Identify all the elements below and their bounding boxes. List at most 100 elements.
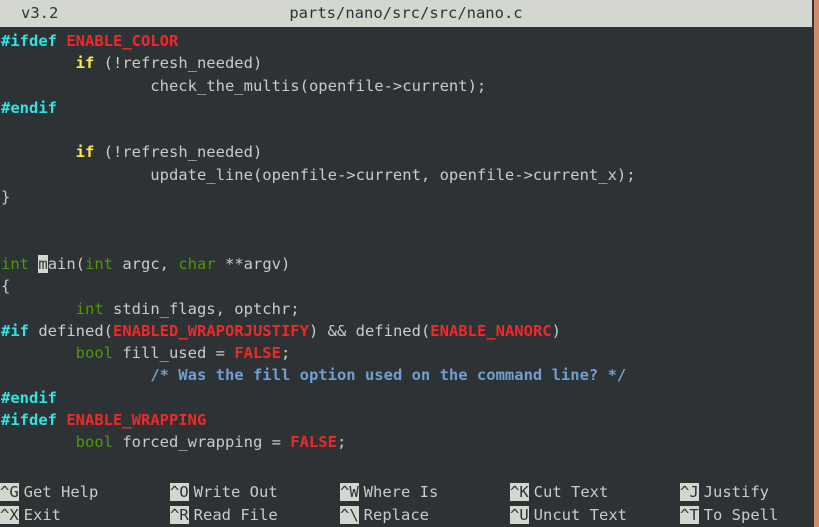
code-span: if	[75, 143, 95, 162]
code-span: ;	[336, 433, 347, 452]
shortcut-key: ^G	[0, 483, 19, 501]
text-cursor: m	[38, 254, 48, 273]
shortcut-write-out[interactable]: ^O Write Out	[170, 481, 278, 504]
shortcut-replace[interactable]: ^\ Replace	[340, 504, 429, 527]
shortcut-to-spell[interactable]: ^T To Spell	[680, 504, 778, 527]
code-span: fill_used =	[112, 344, 235, 363]
code-span	[1, 300, 76, 318]
shortcut-label: Read File	[193, 506, 278, 524]
code-span: #ifdef	[1, 32, 67, 50]
code-span: ENABLE_WRAPPING	[66, 411, 207, 430]
code-span	[1, 433, 76, 451]
shortcut-key: ^J	[680, 483, 699, 501]
code-line: }	[0, 186, 812, 208]
shortcut-label: Replace	[363, 506, 429, 524]
code-line: #endif	[0, 97, 812, 119]
code-span	[29, 255, 38, 273]
shortcut-label: Uncut Text	[533, 506, 627, 524]
code-span: /* Was the fill option used on the comma…	[150, 366, 627, 385]
shortcut-key: ^X	[0, 506, 19, 524]
code-span	[1, 54, 76, 72]
code-line: #if defined(ENABLED_WRAPORJUSTIFY) && de…	[0, 320, 812, 342]
code-span: FALSE	[290, 433, 337, 452]
code-span: ENABLE_NANORC	[430, 321, 552, 340]
shortcut-key: ^O	[170, 483, 189, 501]
shortcut-key: ^K	[510, 483, 529, 501]
shortcut-label: Get Help	[23, 483, 99, 501]
code-span: FALSE	[234, 344, 281, 363]
code-line: int main(int argc, char **argv)	[0, 253, 812, 275]
shortcut-key: ^T	[680, 506, 699, 524]
code-line: int stdin_flags, optchr;	[0, 298, 812, 320]
shortcut-bar: ^G Get Help ^O Write Out ^W Where Is ^K Cut Tex…	[0, 481, 812, 527]
code-span: check_the_multis(openfile->current);	[1, 76, 487, 95]
code-line: #ifdef ENABLE_WRAPPING	[0, 409, 812, 431]
shortcut-label: Where Is	[363, 483, 439, 501]
code-line: #endif	[0, 387, 812, 409]
shortcut-row-1: ^G Get Help ^O Write Out ^W Where Is ^K Cut Tex…	[0, 481, 812, 504]
shortcut-key: ^\	[340, 506, 359, 524]
code-line: bool forced_wrapping = FALSE;	[0, 431, 812, 453]
titlebar-filename: parts/nano/src/src/nano.c	[289, 4, 523, 22]
code-span	[1, 143, 76, 161]
code-line: {	[0, 275, 812, 297]
shortcut-uncut-text[interactable]: ^U Uncut Text	[510, 504, 627, 527]
code-line: if (!refresh_needed)	[0, 141, 812, 163]
shortcut-justify[interactable]: ^J Justify	[680, 481, 769, 504]
code-span: **argv)	[215, 254, 291, 273]
code-span: bool	[75, 344, 113, 363]
nano-editor-window: v3.2 parts/nano/src/src/nano.c #ifdef EN…	[0, 0, 819, 527]
code-span: #if	[1, 321, 29, 340]
code-span: int	[75, 299, 104, 318]
code-span: argc,	[113, 254, 179, 273]
code-span: ENABLED_WRAPORJUSTIFY	[113, 321, 309, 340]
shortcut-label: To Spell	[703, 506, 779, 524]
shortcut-row-2: ^X Exit ^R Read File ^\ Replace ^U Uncut Text ^T…	[0, 504, 812, 527]
code-span: }	[1, 188, 11, 207]
code-line: /* Was the fill option used on the comma…	[0, 364, 812, 386]
code-span	[1, 366, 150, 384]
code-span: ) && defined(	[308, 321, 431, 340]
code-editor-area[interactable]: #ifdef ENABLE_COLOR if (!refresh_needed)…	[0, 30, 812, 470]
shortcut-key: ^W	[340, 483, 359, 501]
code-span: )	[551, 321, 561, 340]
shortcut-key: ^U	[510, 506, 529, 524]
code-span: defined(	[29, 321, 113, 340]
code-span: if	[75, 54, 95, 73]
shortcut-where-is[interactable]: ^W Where Is	[340, 481, 438, 504]
code-span: #endif	[1, 388, 57, 407]
titlebar: v3.2 parts/nano/src/src/nano.c	[0, 0, 812, 27]
code-line: bool fill_used = FALSE;	[0, 342, 812, 364]
code-line: #ifdef ENABLE_COLOR	[0, 30, 812, 52]
shortcut-get-help[interactable]: ^G Get Help	[0, 481, 98, 504]
shortcut-read-file[interactable]: ^R Read File	[170, 504, 278, 527]
code-span: #ifdef	[1, 411, 67, 430]
code-line: check_the_multis(openfile->current);	[0, 75, 812, 97]
shortcut-label: Justify	[703, 483, 769, 501]
code-span: bool	[75, 433, 113, 452]
code-span: int	[1, 254, 29, 273]
shortcut-label: Write Out	[193, 483, 278, 501]
shortcut-exit[interactable]: ^X Exit	[0, 504, 61, 527]
code-span: (!refresh_needed)	[94, 143, 263, 162]
code-span: update_line(openfile->current, openfile-…	[1, 165, 636, 184]
code-span: ENABLE_COLOR	[66, 32, 179, 50]
code-span: ain(	[47, 254, 86, 273]
window-right-border	[814, 0, 819, 527]
code-span	[1, 344, 76, 362]
code-span: (!refresh_needed)	[94, 54, 263, 73]
code-span: #endif	[1, 98, 57, 117]
shortcut-label: Exit	[23, 506, 61, 524]
code-span: forced_wrapping =	[112, 433, 291, 452]
code-span: {	[1, 277, 11, 296]
shortcut-cut-text[interactable]: ^K Cut Text	[510, 481, 608, 504]
code-line: update_line(openfile->current, openfile-…	[0, 164, 812, 186]
code-span: ;	[280, 344, 291, 363]
code-span: int	[85, 254, 114, 273]
code-line: if (!refresh_needed)	[0, 52, 812, 74]
code-span: char	[178, 254, 216, 273]
code-span: stdin_flags, optchr;	[103, 299, 300, 318]
